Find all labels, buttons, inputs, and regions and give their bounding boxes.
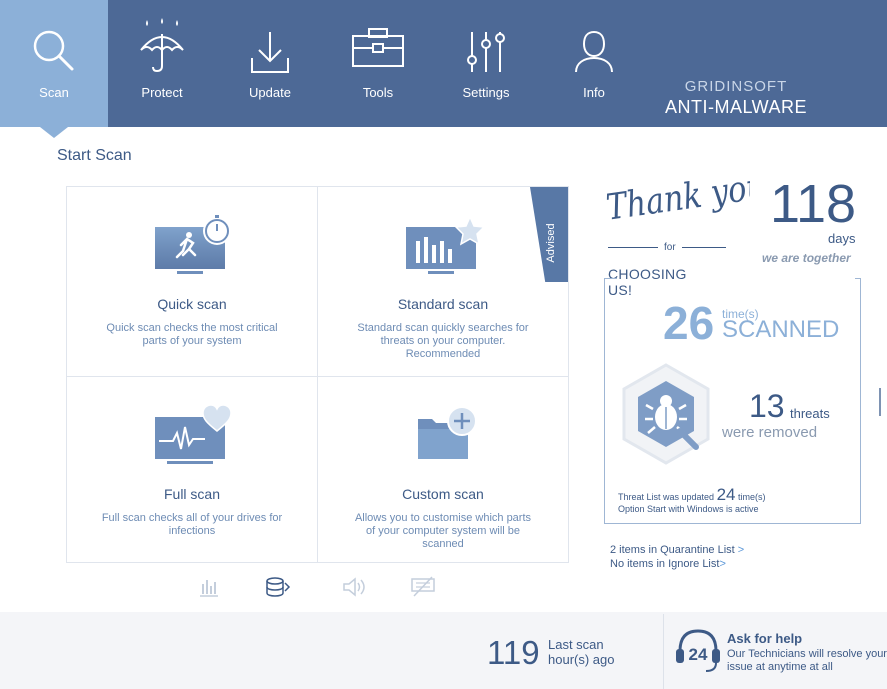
thank-you-script: Thank you [604,178,750,228]
brand-logo: GRIDINSOFT ANTI-MALWARE [665,78,807,118]
last-scan-line2: hour(s) ago [548,652,615,667]
standard-scan-desc: Standard scan quickly searches for threa… [357,322,529,360]
threat-list-status: Threat List was updated 24 time(s) Optio… [618,486,766,515]
full-scan-title: Full scan [163,486,221,502]
custom-scan-card[interactable]: Custom scan Allows you to customise whic… [318,377,568,565]
sliders-icon [432,30,540,80]
quarantine-link[interactable]: 2 items in Quarantine List > [610,543,744,557]
database-icon[interactable] [265,576,291,598]
nav-tools[interactable]: Tools [324,0,432,127]
page-title: Start Scan [57,147,132,164]
footer-divider [663,614,664,689]
nav-protect-label: Protect [141,85,183,100]
brand-name: GRIDINSOFT [684,78,788,95]
quick-scan-icon [67,215,317,275]
top-navigation: Scan Protect Update Tools Settings Info … [0,0,887,138]
bug-shield-icon [622,363,710,465]
quick-scan-desc: Quick scan checks the most critical part… [106,322,278,347]
quarantine-text: 2 items in Quarantine List [610,544,735,556]
threats-label: threats [790,406,830,421]
quarantine-arrow-icon: > [737,544,745,556]
last-scan-label: Last scan hour(s) ago [548,637,614,667]
svg-text:24: 24 [689,645,708,664]
for-label: for [658,242,682,253]
nav-info[interactable]: Info [540,0,648,127]
search-icon [0,26,108,76]
user-icon [540,28,648,78]
download-icon [216,30,324,80]
nav-tools-label: Tools [362,85,394,100]
lists-links: 2 items in Quarantine List > No items in… [610,543,744,571]
days-label: days [828,231,856,246]
nav-scan-label: Scan [39,85,69,100]
standard-scan-icon [318,215,568,275]
standard-scan-title: Standard scan [397,296,489,312]
full-scan-card[interactable]: Full scan Full scan checks all of your d… [67,377,317,565]
nav-settings[interactable]: Settings [432,0,540,127]
nav-update[interactable]: Update [216,0,324,127]
nav-update-label: Update [249,85,291,100]
umbrella-icon [108,16,216,73]
quick-scan-card[interactable]: Quick scan Quick scan checks the most cr… [67,187,317,375]
ask-help-desc: Our Technicians will resolve your issue … [727,648,887,673]
scanned-label: SCANNED [722,316,840,343]
together-tagline: we are together [762,251,851,265]
scan-options-grid: Quick scan Quick scan checks the most cr… [66,186,569,563]
nav-protect[interactable]: Protect [108,0,216,127]
chart-icon[interactable] [197,576,223,598]
full-scan-desc: Full scan checks all of your drives for … [101,512,283,537]
ignore-list-link[interactable]: No items in Ignore List> [610,557,744,571]
startup-option-status: Option Start with Windows is active [618,504,759,514]
last-scan-hours: 119 [487,634,540,671]
svg-text:Thank you: Thank you [604,178,750,228]
threatlist-prefix: Threat List was updated [618,492,715,502]
nav-scan[interactable]: Scan [0,0,108,138]
last-scan-line1: Last scan [548,637,604,652]
custom-scan-icon [318,403,568,463]
full-scan-icon [67,403,317,464]
custom-scan-title: Custom scan [402,486,484,502]
network-icon[interactable] [410,576,436,598]
brand-product: ANTI-MALWARE [664,97,807,117]
scan-tools-row [195,576,445,598]
ignore-text: No items in Ignore List [610,558,720,570]
nav-info-label: Info [583,85,605,100]
window-edge-handle[interactable] [879,388,881,416]
threats-count: 13 [749,388,785,424]
app-window: Scan Protect Update Tools Settings Info … [0,0,887,689]
standard-scan-card[interactable]: Advised Standard scan Standard scan quic… [318,187,568,375]
nav-settings-label: Settings [462,85,510,100]
headset-support-icon[interactable]: 24 [674,627,722,673]
threatlist-suffix: time(s) [738,492,766,502]
threats-removed-label: were removed [722,424,818,441]
ignore-arrow-icon: > [719,558,726,570]
speaker-icon[interactable] [341,576,367,598]
quick-scan-title: Quick scan [157,296,227,312]
days-counter: 118 [770,174,857,234]
ask-help-title[interactable]: Ask for help [727,631,802,646]
threatlist-count: 24 [716,485,736,504]
toolbox-icon [324,26,432,76]
custom-scan-desc: Allows you to customise which parts of y… [354,512,532,550]
scanned-count: 26 [663,297,715,349]
